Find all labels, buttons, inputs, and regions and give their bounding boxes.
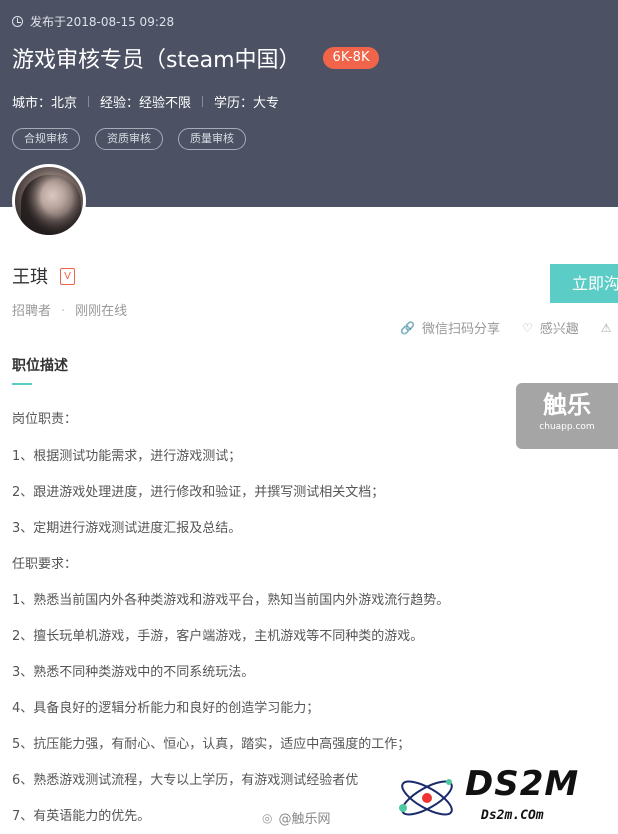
publish-date-text: 发布于2018-08-15 09:28 xyxy=(30,15,175,29)
tag-quality[interactable]: 质量审核 xyxy=(178,128,246,150)
desc-line: 3、定期进行游戏测试进度汇报及总结。 xyxy=(12,521,242,536)
desc-line: 2、擅长玩单机游戏，手游，客户端游戏，主机游戏等不同种类的游戏。 xyxy=(12,629,424,644)
job-title: 游戏审核专员（steam中国） xyxy=(12,48,301,73)
desc-line: 2、跟进游戏处理进度，进行修改和验证，并撰写测试相关文档； xyxy=(12,485,385,500)
recruiter-name-text: 王琪 xyxy=(12,267,48,288)
action-bar: 🔗 微信扫码分享 ♡ 感兴趣 ⚠ xyxy=(400,318,618,338)
desc-line: 4、具备良好的逻辑分析能力和良好的创造学习能力； xyxy=(12,701,320,716)
section-underline xyxy=(12,383,32,385)
city-info: 城市：北京 xyxy=(12,96,78,111)
ds2m-logo-text: DS2M xyxy=(465,764,580,804)
interest-label: 感兴趣 xyxy=(539,322,579,337)
weibo-handle: @触乐网 xyxy=(278,812,331,827)
link-icon: 🔗 xyxy=(400,320,415,335)
chuapp-watermark: 触乐 chuapp.com xyxy=(516,383,618,449)
chuapp-url: chuapp.com xyxy=(539,422,595,432)
online-status: 刚刚在线 xyxy=(75,304,128,319)
desc-line: 1、根据测试功能需求，进行游戏测试； xyxy=(12,449,242,464)
job-header: 发布于2018-08-15 09:28 游戏审核专员（steam中国） 6K-8… xyxy=(0,0,618,207)
title-row: 游戏审核专员（steam中国） 6K-8K xyxy=(12,42,380,74)
apply-button[interactable]: 立即沟通 xyxy=(550,264,618,303)
dot-separator: · xyxy=(61,304,66,319)
recruiter-role: 招聘者 xyxy=(12,304,52,319)
heart-icon: ♡ xyxy=(521,320,533,335)
share-label: 微信扫码分享 xyxy=(421,322,500,337)
job-meta: 城市：北京 经验：经验不限 学历：大专 xyxy=(12,92,279,111)
atom-logo-icon xyxy=(399,779,453,816)
divider xyxy=(88,96,90,107)
publish-date: 发布于2018-08-15 09:28 xyxy=(12,13,174,30)
chuapp-logo-text: 触乐 xyxy=(543,391,591,419)
desc-line: 3、熟悉不同种类游戏中的不同系统玩法。 xyxy=(12,665,255,680)
tag-compliance[interactable]: 合规审核 xyxy=(12,128,80,150)
recruiter-name: 王琪 V xyxy=(12,263,75,289)
divider xyxy=(202,96,204,107)
desc-line: 任职要求： xyxy=(12,557,78,572)
interest-button[interactable]: ♡ 感兴趣 xyxy=(521,318,579,338)
desc-line: 1、熟悉当前国内外各种类游戏和游戏平台，熟知当前国内外游戏流行趋势。 xyxy=(12,593,450,608)
avatar[interactable] xyxy=(12,164,86,238)
salary-badge: 6K-8K xyxy=(322,47,380,69)
clock-icon xyxy=(12,16,23,27)
experience-info: 经验：经验不限 xyxy=(100,96,192,111)
desc-line: 5、抗压能力强，有耐心、恒心，认真，踏实，适应中高强度的工作； xyxy=(12,737,411,752)
section-title: 职位描述 xyxy=(12,358,68,374)
desc-line: 7、有英语能力的优先。 xyxy=(12,809,151,824)
tag-qualification[interactable]: 资质审核 xyxy=(95,128,163,150)
weibo-icon: ◎ xyxy=(262,810,273,825)
education-info: 学历：大专 xyxy=(214,96,280,111)
more-icon[interactable]: ⚠ xyxy=(601,321,612,335)
ds2m-url: Ds2m.COm xyxy=(481,808,544,823)
desc-line: 6、熟悉游戏测试流程，大专以上学历，有游戏测试经验者优 xyxy=(12,773,359,788)
ds2m-watermark: DS2M Ds2m.COm xyxy=(395,762,618,834)
avatar-photo xyxy=(21,175,81,235)
job-tags: 合规审核 资质审核 质量审核 xyxy=(12,128,261,150)
verified-icon: V xyxy=(60,267,75,285)
share-button[interactable]: 🔗 微信扫码分享 xyxy=(400,318,500,338)
weibo-watermark: ◎ @触乐网 xyxy=(262,808,331,828)
desc-line: 岗位职责： xyxy=(12,412,78,427)
recruiter-status: 招聘者 · 刚刚在线 xyxy=(12,300,127,319)
